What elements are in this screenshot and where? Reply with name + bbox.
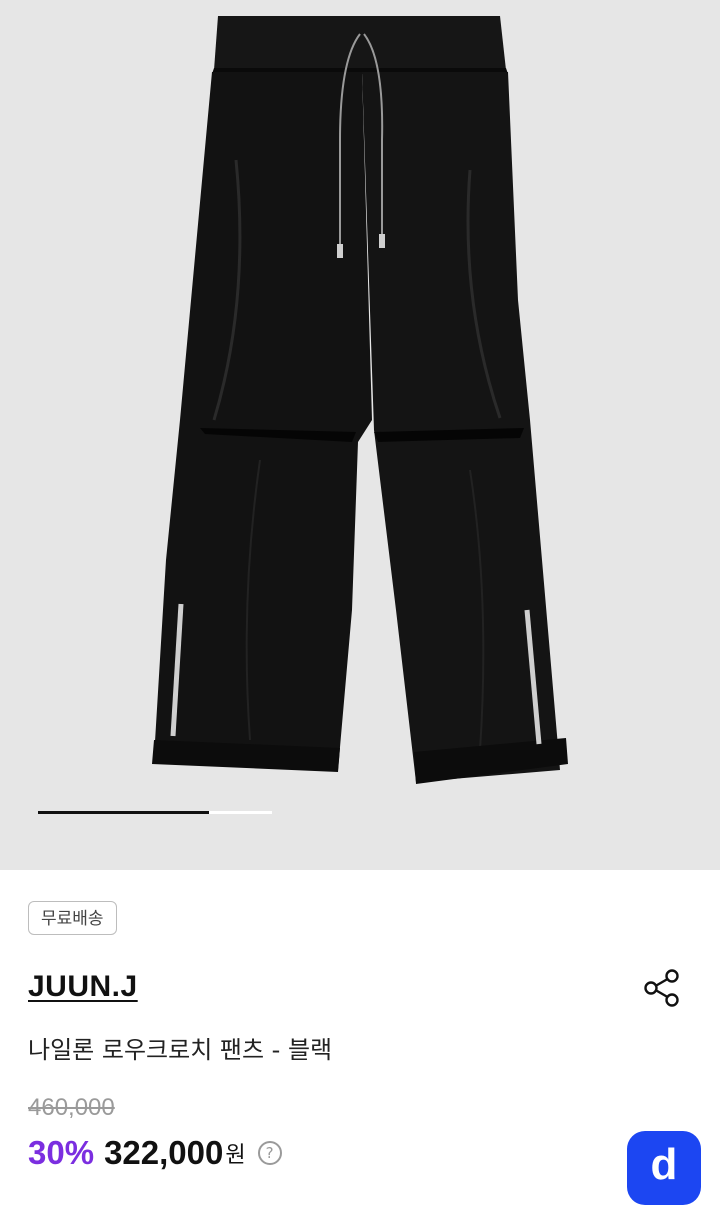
- free-shipping-badge: 무료배송: [28, 901, 117, 935]
- brand-link[interactable]: JUUN.J: [28, 970, 138, 1004]
- gallery-progress-bar: [38, 811, 272, 814]
- price-row: 30% 322,000 원 ?: [28, 1132, 282, 1174]
- original-price: 460,000: [28, 1094, 115, 1121]
- product-image: [152, 16, 568, 784]
- share-icon: [644, 969, 679, 1007]
- currency-unit: 원: [225, 1143, 246, 1168]
- app-launcher-button[interactable]: d: [627, 1131, 701, 1205]
- sale-price: 322,000: [104, 1134, 224, 1171]
- help-icon[interactable]: ?: [257, 1141, 282, 1165]
- share-button[interactable]: [640, 966, 684, 1010]
- product-name: 나일론 로우크로치 팬츠 - 블랙: [28, 1036, 333, 1064]
- discount-rate: 30%: [28, 1134, 95, 1171]
- gallery-progress-fill: [38, 811, 209, 814]
- product-image-gallery[interactable]: [0, 0, 720, 870]
